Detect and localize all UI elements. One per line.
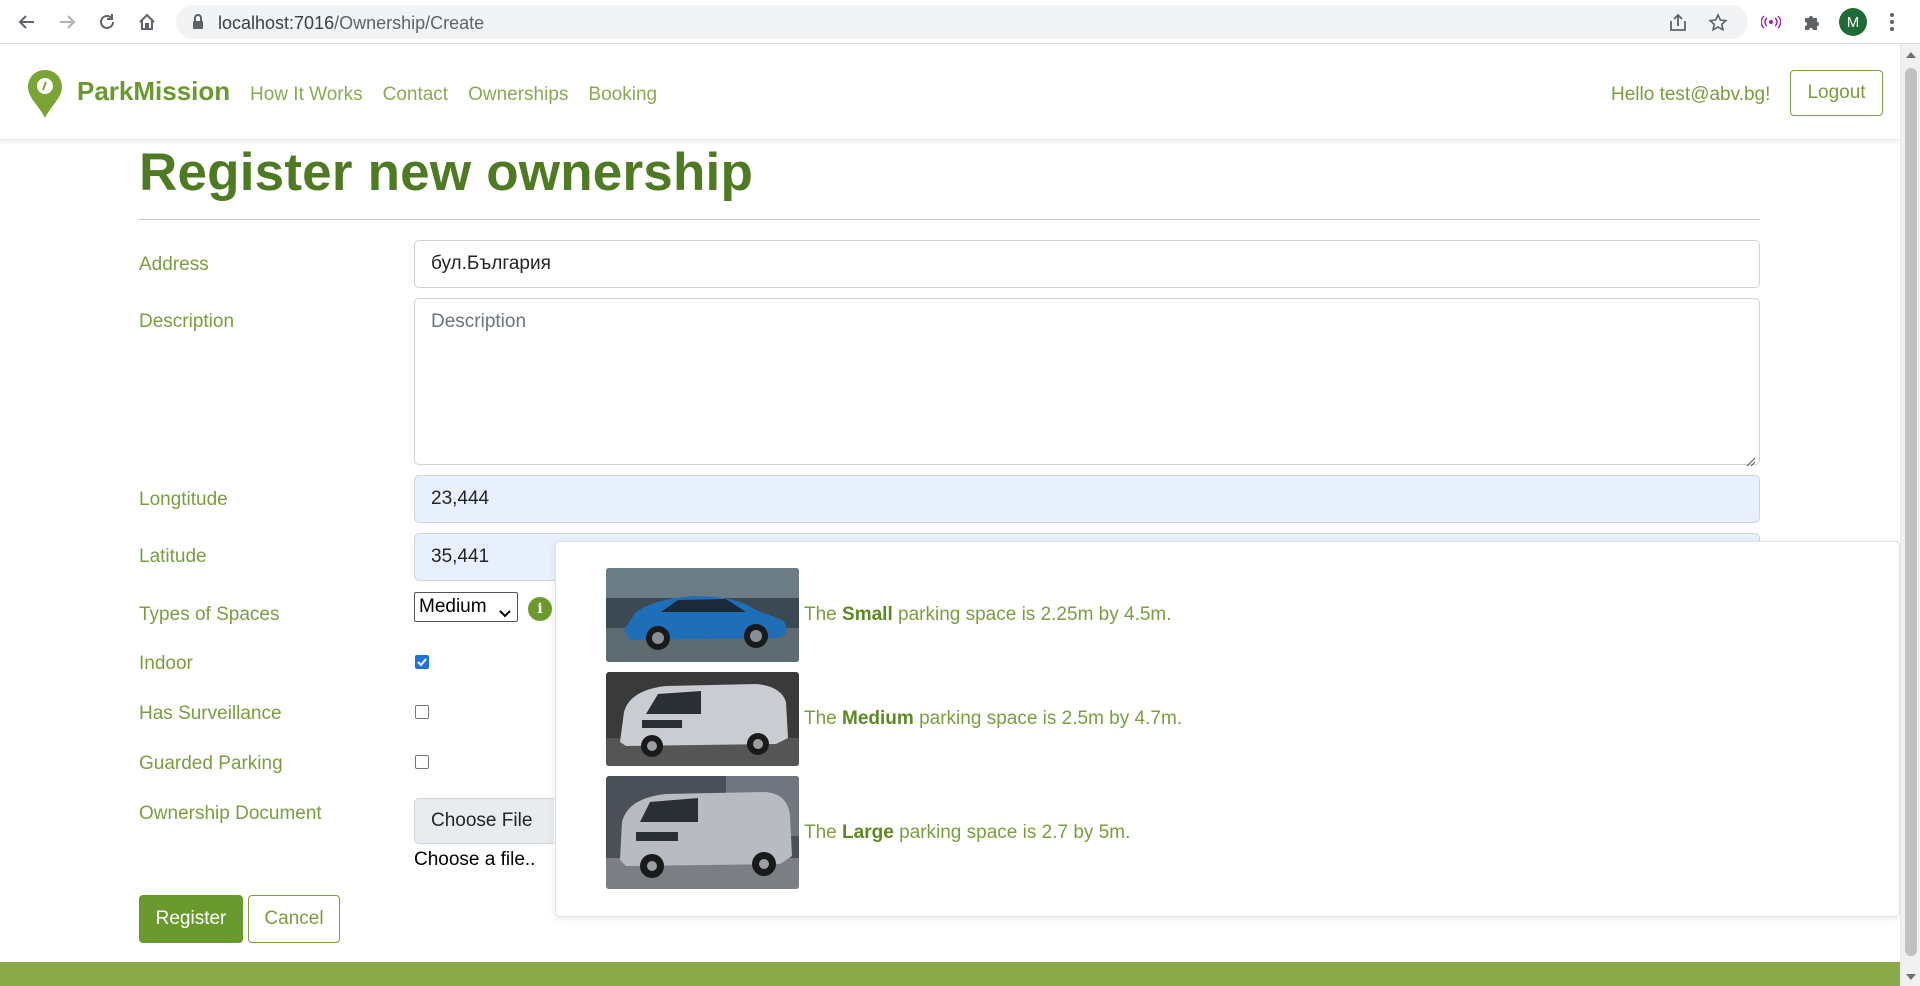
nav-link-how-it-works[interactable]: How It Works (250, 84, 363, 106)
space-info-large: The Large parking space is 2.7 by 5m. (606, 776, 1130, 889)
space-type-select[interactable]: Medium (414, 592, 518, 622)
footer-bar (0, 962, 1900, 986)
space-type-label: Types of Spaces (139, 604, 280, 625)
lock-icon (192, 14, 204, 35)
latitude-label: Latitude (139, 546, 207, 567)
nav-link-ownerships[interactable]: Ownerships (468, 84, 568, 106)
puzzle-icon[interactable] (1798, 8, 1826, 36)
chevron-down-icon (499, 602, 511, 624)
title-divider (139, 219, 1760, 220)
address-bar[interactable]: localhost:7016/Ownership/Create (176, 5, 1748, 39)
register-button[interactable]: Register (139, 895, 243, 943)
info-icon[interactable]: i (528, 597, 552, 621)
space-type-selected: Medium (419, 596, 487, 617)
description-label: Description (139, 311, 235, 332)
latitude-value: 35,441 (431, 546, 490, 567)
resize-grip-icon[interactable] (1746, 451, 1756, 467)
guarded-checkbox[interactable] (415, 755, 429, 769)
choose-file-button[interactable]: Choose File (414, 798, 554, 844)
address-label: Address (139, 254, 209, 275)
longitude-input[interactable]: 23,444 (414, 475, 1760, 523)
nav-link-booking[interactable]: Booking (588, 84, 657, 106)
guarded-label: Guarded Parking (139, 753, 283, 774)
share-icon[interactable] (1667, 12, 1689, 34)
scroll-down-icon[interactable] (1906, 974, 1916, 980)
space-text-small: The Small parking space is 2.25m by 4.5m… (804, 604, 1172, 625)
profile-avatar[interactable]: M (1839, 8, 1867, 36)
forward-arrow-icon[interactable] (53, 8, 81, 36)
back-arrow-icon[interactable] (13, 8, 41, 36)
scroll-up-icon[interactable] (1906, 52, 1916, 58)
user-greeting[interactable]: Hello test@abv.bg! (1611, 84, 1770, 106)
address-input[interactable]: бул.България (414, 240, 1760, 288)
space-info-small: The Small parking space is 2.25m by 4.5m… (606, 568, 1172, 662)
car-image-medium (606, 672, 799, 766)
star-icon[interactable] (1707, 12, 1729, 34)
description-placeholder: Description (431, 311, 527, 332)
nav-link-contact[interactable]: Contact (383, 84, 448, 106)
space-info-medium: The Medium parking space is 2.5m by 4.7m… (606, 672, 1182, 766)
page-scrollbar[interactable] (1900, 44, 1920, 986)
description-textarea[interactable]: Description (414, 298, 1760, 467)
file-hint: Choose a file.. (414, 849, 536, 870)
location-pin-icon[interactable] (26, 68, 64, 125)
space-size-popover: The Small parking space is 2.25m by 4.5m… (555, 541, 1900, 917)
cancel-button[interactable]: Cancel (248, 895, 340, 943)
car-image-small (606, 568, 799, 662)
document-label: Ownership Document (139, 803, 322, 824)
car-image-large (606, 776, 799, 889)
space-text-medium: The Medium parking space is 2.5m by 4.7m… (804, 708, 1183, 729)
page-title: Register new ownership (139, 143, 754, 202)
browser-toolbar: localhost:7016/Ownership/Create M (0, 0, 1920, 44)
address-value: бул.България (431, 253, 551, 274)
longitude-value: 23,444 (431, 488, 490, 509)
brand-name[interactable]: ParkMission (77, 76, 230, 107)
site-navbar: ParkMission How It Works Contact Ownersh… (0, 44, 1900, 140)
scroll-thumb[interactable] (1905, 68, 1917, 956)
indoor-label: Indoor (139, 653, 193, 674)
home-icon[interactable] (133, 8, 161, 36)
longitude-label: Longtitude (139, 489, 228, 510)
cast-icon[interactable] (1757, 8, 1785, 36)
indoor-checkbox[interactable] (415, 655, 429, 669)
url-text: localhost:7016/Ownership/Create (218, 13, 485, 33)
surveillance-label: Has Surveillance (139, 703, 282, 724)
main-nav: How It Works Contact Ownerships Booking (250, 84, 657, 106)
browser-menu-icon[interactable] (1884, 8, 1900, 36)
surveillance-checkbox[interactable] (415, 705, 429, 719)
reload-icon[interactable] (93, 8, 121, 36)
space-text-large: The Large parking space is 2.7 by 5m. (804, 821, 1131, 843)
logout-button[interactable]: Logout (1790, 70, 1883, 116)
